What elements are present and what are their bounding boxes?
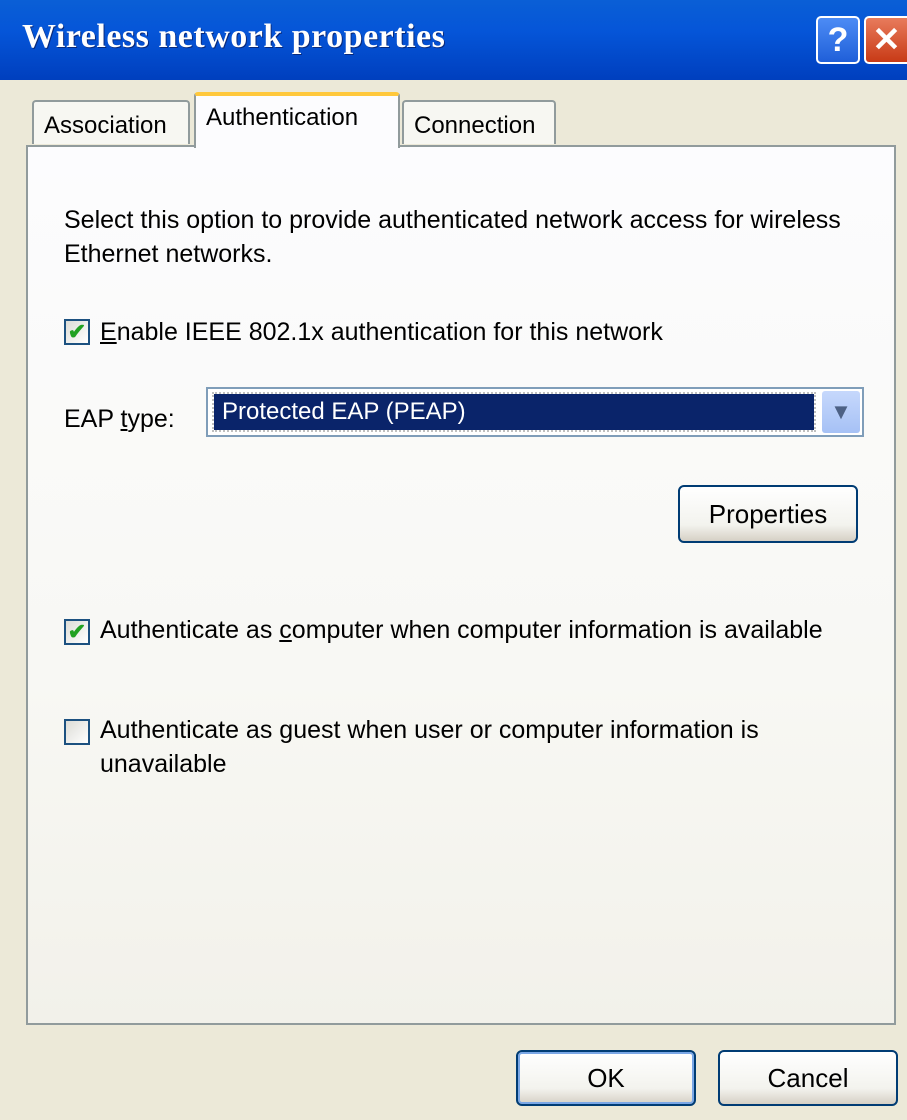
- auth-as-guest-checkbox[interactable]: [64, 719, 90, 745]
- mnemonic: c: [279, 616, 292, 644]
- close-icon: ✕: [872, 21, 901, 59]
- auth-as-computer-label: Authenticate as computer when computer i…: [100, 616, 823, 644]
- close-button[interactable]: ✕: [864, 16, 907, 64]
- title-bar[interactable]: Wireless network properties ? ✕: [0, 0, 907, 80]
- window-title: Wireless network properties: [22, 18, 446, 55]
- enable-8021x-label: Enable IEEE 802.1x authentication for th…: [100, 318, 663, 346]
- properties-button[interactable]: Properties: [678, 485, 858, 543]
- tab-authentication[interactable]: Authentication: [194, 92, 400, 148]
- mnemonic: g: [279, 716, 294, 744]
- eap-type-selected-value: Protected EAP (PEAP): [212, 392, 816, 432]
- tab-connection[interactable]: Connection: [402, 100, 556, 144]
- help-button[interactable]: ?: [816, 16, 860, 64]
- ok-button[interactable]: OK: [516, 1050, 696, 1106]
- checkmark-icon: ✔: [67, 319, 87, 344]
- cancel-button[interactable]: Cancel: [718, 1050, 898, 1106]
- enable-8021x-checkbox[interactable]: ✔: [64, 319, 90, 345]
- auth-as-guest-label: Authenticate as guest when user or compu…: [100, 716, 759, 778]
- authentication-panel: Select this option to provide authentica…: [26, 145, 896, 1025]
- chevron-down-icon[interactable]: ▼: [822, 391, 860, 433]
- tab-label: Authentication: [206, 104, 359, 131]
- eap-type-label: EAP type:: [64, 405, 175, 433]
- tab-association[interactable]: Association: [32, 100, 190, 144]
- tab-label: Connection: [414, 112, 536, 139]
- help-icon: ?: [827, 20, 849, 59]
- description-text: Select this option to provide authentica…: [64, 206, 841, 268]
- auth-as-computer-checkbox[interactable]: ✔: [64, 619, 90, 645]
- eap-type-select[interactable]: Protected EAP (PEAP) ▼: [206, 387, 864, 437]
- checkmark-icon: ✔: [67, 619, 87, 644]
- tab-label: Association: [44, 112, 167, 139]
- mnemonic: E: [100, 318, 117, 346]
